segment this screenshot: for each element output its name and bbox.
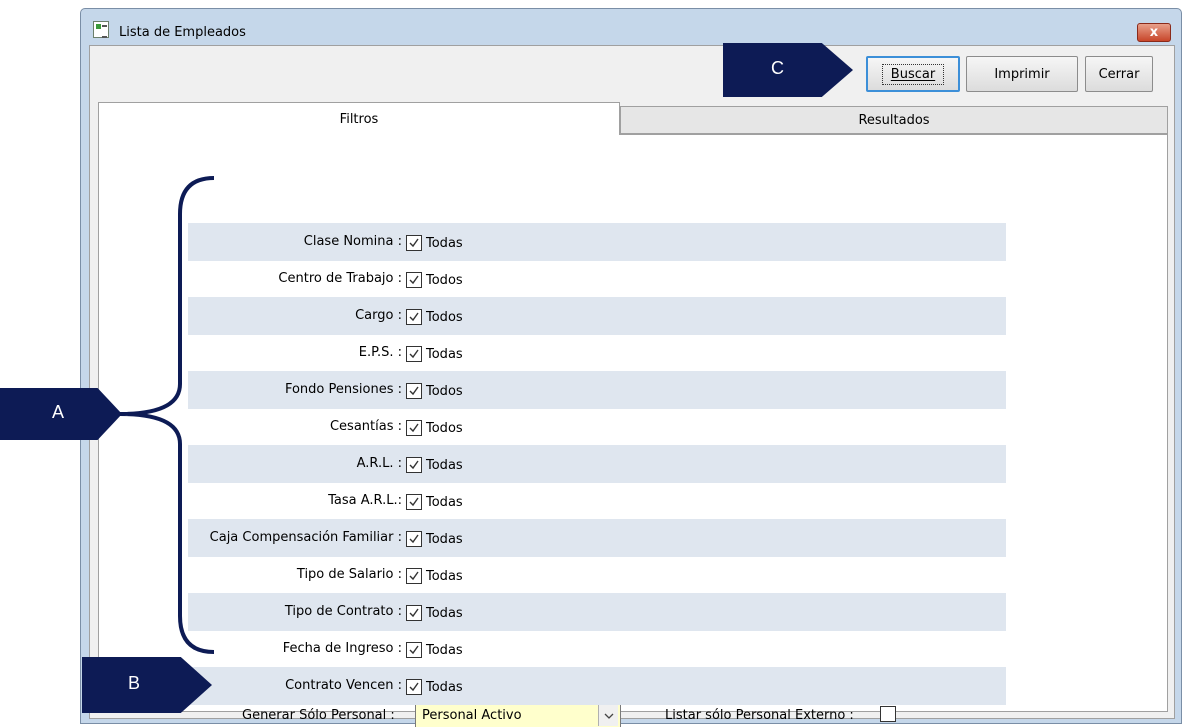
filter-label: Caja Compensación Familiar : (209, 530, 402, 545)
filter-label: E.P.S. : (358, 345, 402, 360)
filter-value: Todos (426, 310, 463, 325)
filter-row: Cargo : Todos (188, 297, 1006, 335)
filter-row: Centro de Trabajo : Todos (188, 260, 1006, 298)
cerrar-button[interactable]: Cerrar (1085, 56, 1153, 92)
filter-checkbox[interactable] (406, 568, 422, 584)
filter-label: Fecha de Ingreso : (282, 641, 402, 656)
filter-checkbox[interactable] (406, 235, 422, 251)
callout-a-label: A (52, 402, 65, 422)
filter-label: Tipo de Contrato : (284, 604, 402, 619)
filter-checkbox[interactable] (406, 531, 422, 547)
title-bar: Lista de Empleados x (81, 9, 1181, 45)
filter-row: Cesantías : Todos (188, 408, 1006, 446)
filter-value: Todos (426, 273, 463, 288)
filter-row: E.P.S. : Todas (188, 334, 1006, 372)
filter-value: Todas (426, 347, 463, 362)
filter-row: Clase Nomina : Todas (188, 223, 1006, 261)
chevron-down-icon[interactable] (598, 705, 618, 726)
filter-row: Fondo Pensiones : Todos (188, 371, 1006, 409)
filter-value: Todas (426, 532, 463, 547)
window: Lista de Empleados x Buscar Imprimir Cer… (80, 8, 1182, 727)
filter-row: Tipo de Contrato : Todas (188, 593, 1006, 631)
window-title: Lista de Empleados (119, 25, 246, 40)
app-icon (93, 21, 109, 38)
filter-row: A.R.L. : Todas (188, 445, 1006, 483)
filter-checkbox[interactable] (406, 605, 422, 621)
filter-value: Todas (426, 495, 463, 510)
filter-checkbox[interactable] (406, 679, 422, 695)
callout-b-label: B (128, 673, 141, 693)
filter-checkbox[interactable] (406, 420, 422, 436)
filter-label: Cargo : (355, 308, 402, 323)
tab-resultados[interactable]: Resultados (620, 106, 1168, 134)
filter-label: Cesantías : (329, 419, 402, 434)
filter-checkbox[interactable] (406, 272, 422, 288)
filter-label: Fondo Pensiones : (284, 382, 402, 397)
filter-checkbox[interactable] (406, 457, 422, 473)
filtros-panel: Generar Sólo Personal : Personal Activo … (98, 134, 1168, 727)
personal-externo-checkbox[interactable] (880, 706, 896, 722)
window-client-area: Buscar Imprimir Cerrar Filtros Resultado… (89, 45, 1175, 727)
filter-label: Contrato Vencen : (285, 678, 402, 693)
filter-value: Todas (426, 236, 463, 251)
filter-row: Caja Compensación Familiar : Todas (188, 519, 1006, 557)
page: Lista de Empleados x Buscar Imprimir Cer… (0, 0, 1189, 727)
filter-label: Clase Nomina : (303, 234, 402, 249)
filter-checkbox[interactable] (406, 383, 422, 399)
generar-personal-value: Personal Activo (422, 708, 522, 723)
filter-row: Tipo de Salario : Todas (188, 556, 1006, 594)
filters-bracket-icon (119, 176, 215, 654)
filter-value: Todas (426, 569, 463, 584)
imprimir-button[interactable]: Imprimir (966, 56, 1078, 92)
filter-value: Todos (426, 421, 463, 436)
filter-value: Todas (426, 680, 463, 695)
filter-value: Todos (426, 384, 463, 399)
filter-value: Todas (426, 458, 463, 473)
filter-checkbox[interactable] (406, 309, 422, 325)
filter-checkbox[interactable] (406, 346, 422, 362)
filter-checkbox[interactable] (406, 642, 422, 658)
buscar-button[interactable]: Buscar (866, 56, 960, 92)
filter-value: Todas (426, 606, 463, 621)
generar-personal-select[interactable]: Personal Activo (415, 702, 621, 727)
filter-row: Contrato Vencen : Todas (188, 667, 1006, 705)
tab-filtros[interactable]: Filtros (98, 102, 620, 135)
personal-externo-label: Listar sólo Personal Externo : (665, 708, 854, 723)
filter-checkbox[interactable] (406, 494, 422, 510)
filter-label: Centro de Trabajo : (278, 271, 402, 286)
filter-value: Todas (426, 643, 463, 658)
callout-c-label: C (771, 58, 784, 78)
filter-label: A.R.L. : (356, 456, 402, 471)
filter-row: Tasa A.R.L.: Todas (188, 482, 1006, 520)
filter-row: Fecha de Ingreso : Todas (188, 630, 1006, 668)
generar-personal-label: Generar Sólo Personal : (242, 708, 395, 723)
buscar-button-label: Buscar (881, 63, 945, 85)
close-window-button[interactable]: x (1137, 23, 1171, 42)
filter-label: Tasa A.R.L.: (328, 493, 402, 508)
filter-label: Tipo de Salario : (296, 567, 402, 582)
